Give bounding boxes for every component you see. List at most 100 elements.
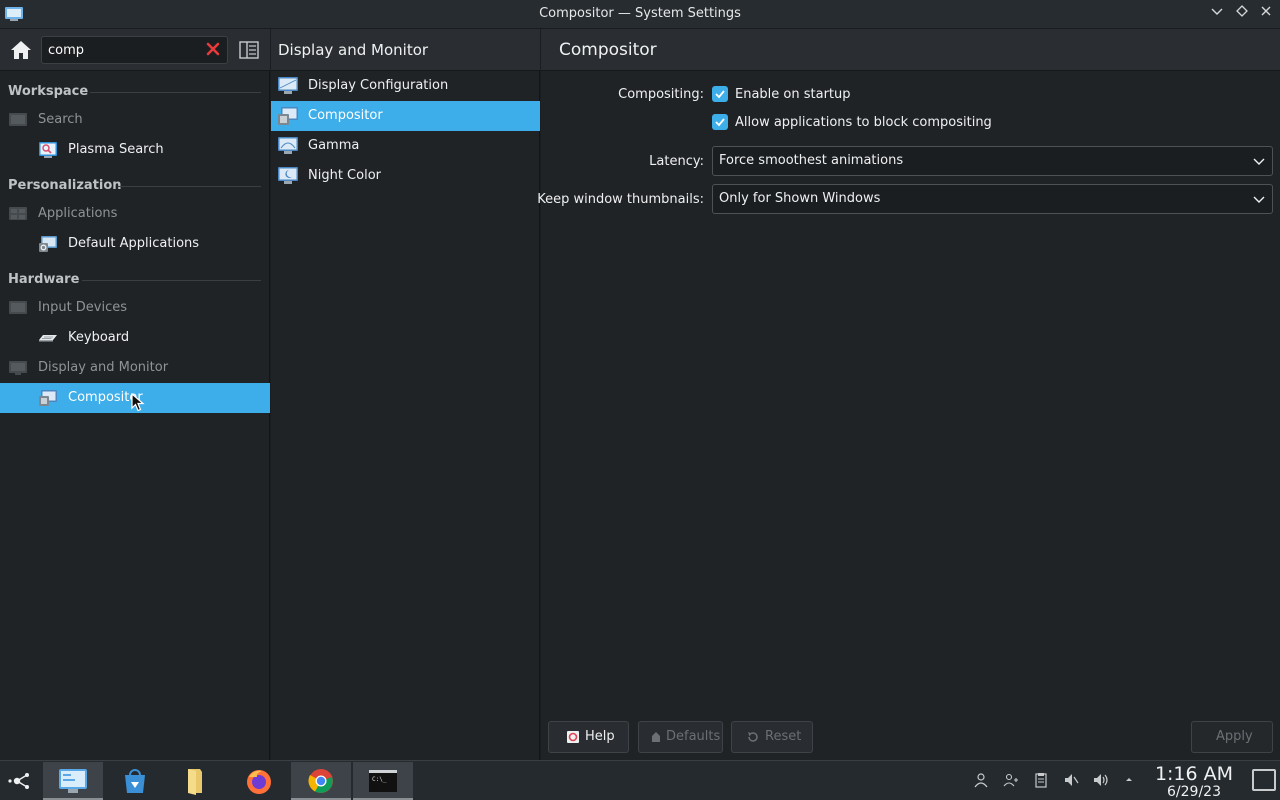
chrome-icon [308, 769, 333, 793]
clipboard-icon[interactable] [1032, 772, 1050, 790]
file-manager-icon [188, 769, 202, 795]
section-header-personalization: Personalization [8, 178, 122, 193]
category-search[interactable]: Search [0, 105, 270, 135]
user-icon[interactable] [972, 772, 990, 790]
module-item-label: Gamma [308, 138, 360, 153]
category-display-and-monitor[interactable]: Display and Monitor [0, 353, 270, 383]
sidebar-header [0, 29, 270, 71]
thumbnails-label: Keep window thumbnails: [537, 192, 704, 207]
search-input[interactable] [48, 41, 198, 59]
volume-icon[interactable] [1092, 772, 1110, 790]
reset-label: Reset [765, 729, 802, 744]
subcategory-header: Display and Monitor [271, 29, 540, 71]
night-color-icon [278, 167, 298, 184]
subcategory-panel: Display and Monitor Display Configuratio… [271, 29, 540, 760]
enable-on-startup-label[interactable]: Enable on startup [735, 87, 851, 102]
taskbar-chrome[interactable] [291, 762, 351, 800]
category-input-devices[interactable]: Input Devices [0, 293, 270, 323]
sidebar-item-keyboard[interactable]: Keyboard [0, 323, 270, 353]
module-item-gamma[interactable]: Gamma [271, 131, 540, 161]
module-item-label: Display Configuration [308, 78, 449, 93]
view-mode-button[interactable] [238, 40, 260, 60]
network-icon[interactable] [1002, 772, 1020, 790]
reset-button[interactable]: Reset [731, 721, 813, 753]
sidebar-item-plasma-search[interactable]: Plasma Search [0, 135, 270, 165]
mouse-cursor-icon [131, 393, 145, 412]
category-label: Applications [38, 206, 118, 221]
section-divider [118, 186, 261, 187]
reset-icon [748, 732, 758, 742]
thumbnails-dropdown[interactable]: Only for Shown Windows [712, 184, 1273, 214]
latency-value: Force smoothest animations [719, 153, 904, 168]
module-item-label: Night Color [308, 168, 381, 183]
sidebar-item-label: Plasma Search [68, 142, 164, 157]
home-icon [11, 41, 31, 59]
close-icon [1261, 6, 1271, 16]
svg-text:C:\_: C:\_ [372, 776, 387, 783]
sidebar-item-label: Default Applications [68, 236, 200, 251]
section-header-workspace: Workspace [8, 84, 89, 99]
section-header-hardware: Hardware [8, 272, 80, 287]
compositing-label: Compositing: [618, 87, 704, 102]
category-label: Display and Monitor [38, 360, 169, 375]
section-divider [82, 280, 261, 281]
enable-on-startup-checkbox[interactable] [712, 86, 728, 102]
close-button[interactable] [1257, 5, 1275, 23]
clock-date[interactable]: 6/29/23 [1150, 784, 1238, 800]
maximize-button[interactable] [1233, 5, 1251, 23]
discover-store-icon [125, 769, 145, 793]
taskbar-discover[interactable] [105, 762, 165, 800]
checkmark-icon [715, 118, 725, 127]
muted-speaker-icon[interactable] [1062, 772, 1080, 790]
page-title: Compositor [559, 40, 657, 60]
sidebar-view-icon [239, 41, 259, 59]
clock-time[interactable]: 1:16 AM [1150, 763, 1238, 785]
module-header: Compositor [541, 29, 1280, 71]
sidebar-item-label: Keyboard [68, 330, 130, 345]
category-icon [9, 361, 27, 375]
thumbnails-value: Only for Shown Windows [719, 191, 881, 206]
latency-dropdown[interactable]: Force smoothest animations [712, 146, 1273, 176]
expand-tray-icon[interactable] [1120, 772, 1138, 790]
chevron-up-icon [1126, 778, 1132, 781]
chevron-down-icon [1253, 158, 1265, 165]
show-desktop-button[interactable] [1252, 769, 1276, 791]
plasma-search-icon [39, 142, 57, 158]
taskbar-system-settings[interactable] [43, 762, 103, 800]
firefox-icon [247, 770, 271, 794]
sidebar-item-default-applications[interactable]: Default Applications [0, 229, 270, 259]
compositor-icon [39, 390, 57, 406]
help-icon [567, 731, 579, 743]
module-item-display-configuration[interactable]: Display Configuration [271, 71, 540, 101]
keyboard-icon [39, 335, 57, 342]
checkmark-icon [715, 90, 725, 99]
minimize-button[interactable] [1208, 5, 1226, 23]
category-applications[interactable]: Applications [0, 199, 270, 229]
help-label: Help [585, 729, 615, 744]
category-icon [9, 301, 27, 314]
module-item-compositor[interactable]: Compositor [271, 101, 540, 131]
speaker-muted-glyph [1065, 774, 1079, 786]
clear-search-button[interactable] [204, 41, 222, 59]
apply-label: Apply [1216, 729, 1253, 744]
taskbar-terminal[interactable]: C:\_ [353, 762, 413, 800]
module-item-label: Compositor [308, 108, 383, 123]
defaults-button[interactable]: Defaults [638, 721, 723, 753]
diamond-icon [1236, 5, 1248, 17]
taskbar-firefox[interactable] [229, 762, 289, 800]
subcategory-title: Display and Monitor [278, 41, 429, 59]
taskbar-file-manager[interactable] [165, 762, 225, 800]
help-button[interactable]: Help [548, 721, 629, 753]
allow-block-compositing-checkbox[interactable] [712, 114, 728, 130]
search-field[interactable] [41, 36, 228, 64]
window-titlebar[interactable]: Compositor — System Settings [0, 0, 1280, 29]
clipboard-glyph [1035, 773, 1047, 788]
module-item-night-color[interactable]: Night Color [271, 161, 540, 191]
application-launcher-button[interactable] [0, 762, 40, 800]
application-launcher-icon [8, 773, 29, 789]
section-divider [90, 92, 261, 93]
category-icon [9, 113, 27, 126]
allow-block-compositing-label[interactable]: Allow applications to block compositing [735, 115, 992, 130]
home-button[interactable] [7, 36, 35, 64]
apply-button[interactable]: Apply [1191, 721, 1273, 753]
